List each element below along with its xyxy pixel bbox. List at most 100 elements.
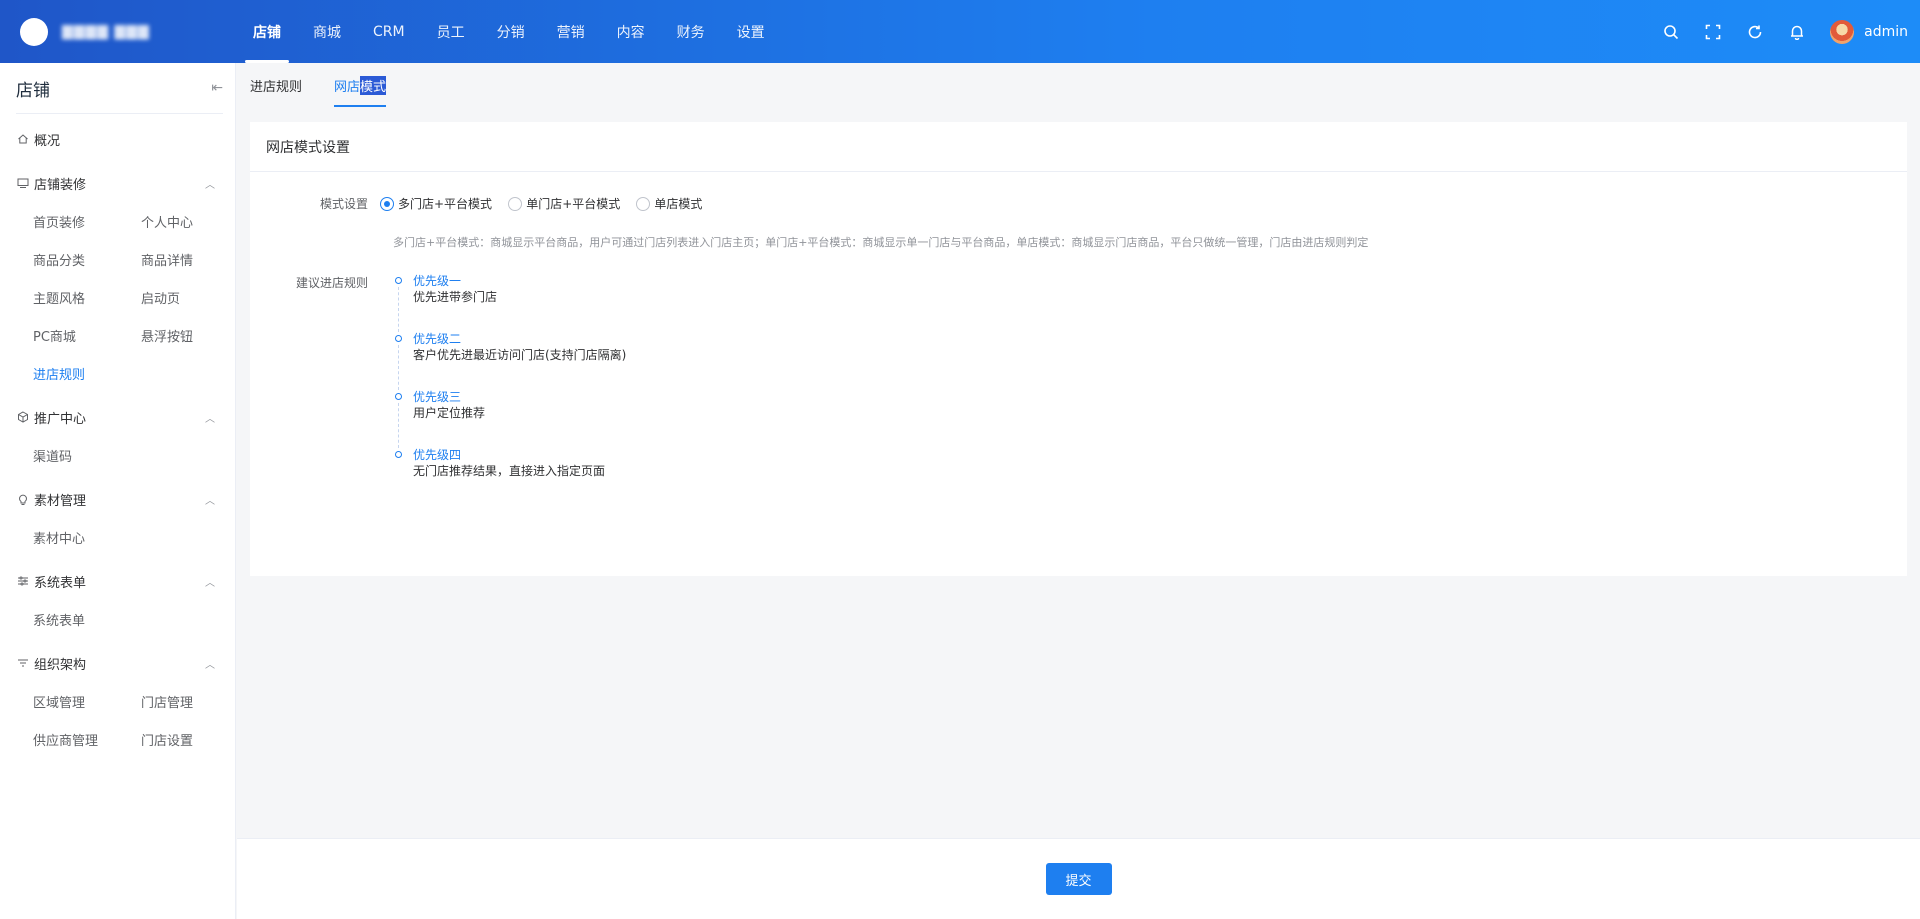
radio-label: 单门店+平台模式 [526,197,621,211]
sidebar-item-system-form[interactable]: 系统表单 [33,600,141,638]
radio-label: 多门店+平台模式 [398,197,493,211]
chevron-up-icon: ︿ [205,179,215,191]
rules-row: 建议进店规则 [250,274,380,291]
sidebar-item-overview[interactable]: 概况 [0,120,235,158]
timeline-item: 优先级一 优先进带参门店 [393,274,626,332]
rule-title: 优先级二 [413,332,462,346]
rule-text: 优先进带参门店 [413,290,498,304]
rule-title: 优先级一 [413,274,462,288]
rule-title: 优先级四 [413,448,462,462]
app-name: ▇▇▇▇ ▇▇▇ [62,23,150,40]
mode-row: 模式设置 多门店+平台模式 单门店+平台模式 单店模式 [250,195,714,215]
settings-card: 网店模式设置 模式设置 多门店+平台模式 单门店+平台模式 单店模式 多门店+平… [250,122,1907,576]
logo[interactable]: ▇▇▇▇ ▇▇▇ [0,0,237,63]
rule-text: 用户定位推荐 [413,406,486,420]
topnav-marketing[interactable]: 营销 [541,0,601,63]
monitor-icon [16,176,30,190]
sidebar-item-personal-center[interactable]: 个人中心 [141,202,249,240]
sidebar-item-supplier[interactable]: 供应商管理 [33,720,141,758]
top-nav: 店铺 商城 CRM 员工 分销 营销 内容 财务 设置 [237,0,781,63]
sidebar-item-theme[interactable]: 主题风格 [33,278,141,316]
home-icon [16,132,30,146]
topnav-mall[interactable]: 商城 [297,0,357,63]
sidebar-item-product-detail[interactable]: 商品详情 [141,240,249,278]
rule-text: 无门店推荐结果，直接进入指定页面 [413,464,606,478]
header-actions: admin [1650,0,1920,63]
sidebar-group-label: 素材管理 [34,493,87,509]
sliders-icon [16,574,30,588]
chevron-up-icon: ︿ [205,495,215,507]
radio-single-store[interactable]: 单店模式 [636,195,702,212]
tab-label-part: 网店 [334,79,361,95]
chevron-up-icon: ︿ [205,659,215,671]
username[interactable]: admin [1864,24,1908,40]
top-header: ▇▇▇▇ ▇▇▇ 店铺 商城 CRM 员工 分销 营销 内容 财务 设置 adm… [0,0,1920,63]
topnav-finance[interactable]: 财务 [661,0,721,63]
sidebar-group-label: 推广中心 [34,411,87,427]
sidebar-item-label: 概况 [34,133,61,149]
topnav-content[interactable]: 内容 [601,0,661,63]
sidebar-group-promotion[interactable]: 推广中心 ︿ [0,398,235,436]
rules-label: 建议进店规则 [295,276,368,290]
sidebar-group-organization[interactable]: 组织架构 ︿ [0,644,235,682]
sidebar-item-store-settings[interactable]: 门店设置 [141,720,249,758]
sidebar-item-store-manage[interactable]: 门店管理 [141,682,249,720]
mode-description: 多门店+平台模式：商城显示平台商品，用户可通过门店列表进入门店主页；单门店+平台… [393,236,1369,249]
sidebar: 店铺 ⇤ 概况 店铺装修 ︿ 首页装修 个人中心 商品分类 商品详情 主题风格 … [0,63,236,919]
sidebar-header: 店铺 ⇤ [16,63,223,114]
sidebar-item-material-center[interactable]: 素材中心 [33,518,141,556]
sidebar-group-label: 店铺装修 [34,177,87,193]
avatar[interactable] [1830,19,1855,44]
sidebar-item-region[interactable]: 区域管理 [33,682,141,720]
tab-bar: 进店规则 网店 模式 [237,63,1920,110]
topnav-staff[interactable]: 员工 [421,0,481,63]
main-content: 进店规则 网店 模式 网店模式设置 模式设置 多门店+平台模式 单门店+平台模式 … [237,63,1920,919]
sidebar-title: 店铺 [16,80,50,101]
sidebar-item-pc-mall[interactable]: PC商城 [33,316,141,354]
sidebar-group-decoration[interactable]: 店铺装修 ︿ [0,164,235,202]
timeline-item: 优先级三 用户定位推荐 [393,390,626,448]
sidebar-item-home-decor[interactable]: 首页装修 [33,202,141,240]
fullscreen-icon[interactable] [1692,0,1734,63]
chevron-up-icon: ︿ [205,413,215,425]
sidebar-group-label: 组织架构 [34,657,87,673]
topnav-settings[interactable]: 设置 [721,0,781,63]
mode-radio-group: 多门店+平台模式 单门店+平台模式 单店模式 [380,195,714,215]
timeline-item: 优先级二 客户优先进最近访问门店(支持门店隔离) [393,332,626,390]
tab-store-mode[interactable]: 网店 模式 [334,63,387,107]
tab-label-selected-text: 模式 [360,75,387,95]
sidebar-group-materials[interactable]: 素材管理 ︿ [0,480,235,518]
search-icon[interactable] [1650,0,1692,63]
bell-icon[interactable] [1776,0,1818,63]
sidebar-item-channel-code[interactable]: 渠道码 [33,436,141,474]
tab-entry-rules[interactable]: 进店规则 [250,63,302,107]
sidebar-item-product-category[interactable]: 商品分类 [33,240,141,278]
topnav-crm[interactable]: CRM [357,0,421,63]
submit-button[interactable]: 提交 [1045,863,1112,895]
sidebar-group-forms[interactable]: 系统表单 ︿ [0,562,235,600]
topnav-distribution[interactable]: 分销 [481,0,541,63]
filter-icon [16,656,30,670]
radio-label: 单店模式 [654,197,703,211]
refresh-icon[interactable] [1734,0,1776,63]
timeline-item: 优先级四 无门店推荐结果，直接进入指定页面 [393,448,626,506]
radio-dot [508,196,523,211]
bulb-icon [16,492,30,506]
rule-text: 客户优先进最近访问门店(支持门店隔离) [413,348,627,362]
sidebar-group-label: 系统表单 [34,575,87,591]
cube-icon [16,410,30,424]
radio-single-store-platform[interactable]: 单门店+平台模式 [508,195,620,212]
rule-title: 优先级三 [413,390,462,404]
sidebar-item-entry-rules[interactable]: 进店规则 [33,354,141,392]
footer-bar: 提交 [237,838,1920,919]
collapse-sidebar-icon[interactable]: ⇤ [211,80,223,96]
sidebar-item-float-button[interactable]: 悬浮按钮 [141,316,249,354]
mode-label: 模式设置 [319,197,368,211]
topnav-store[interactable]: 店铺 [237,0,297,63]
sidebar-item-splash[interactable]: 启动页 [141,278,249,316]
radio-dot [636,196,651,211]
rules-timeline: 优先级一 优先进带参门店 优先级二 客户优先进最近访问门店(支持门店隔离) 优先… [393,274,626,506]
radio-dot [380,196,394,211]
logo-mark [20,17,48,46]
radio-multi-store[interactable]: 多门店+平台模式 [380,195,492,212]
